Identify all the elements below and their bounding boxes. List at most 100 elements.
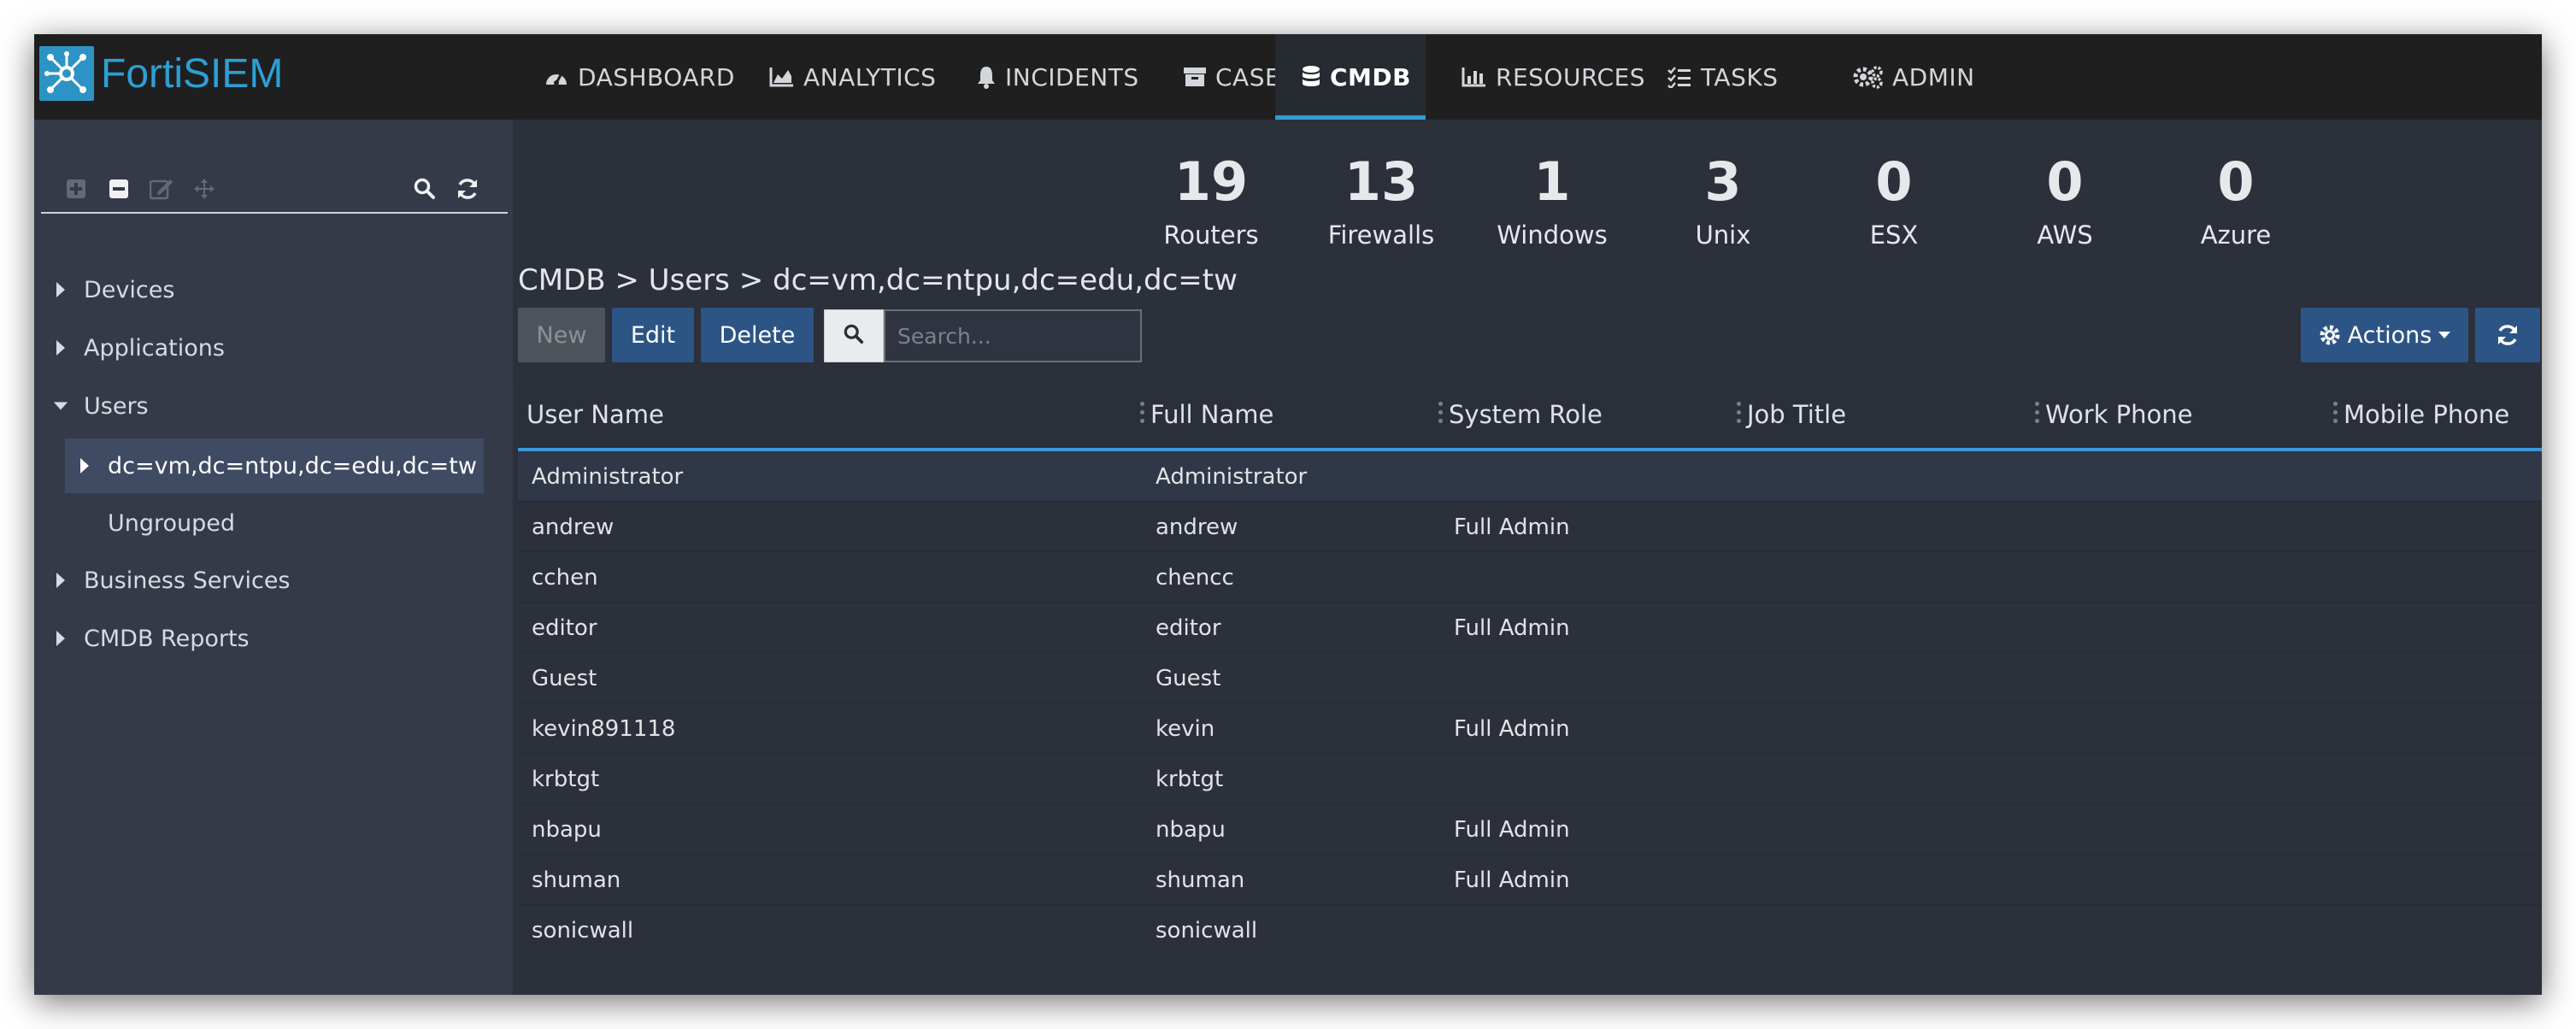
tree-item-users[interactable]: Users xyxy=(34,382,500,430)
tree-item-cmdb-reports[interactable]: CMDB Reports xyxy=(34,614,500,662)
column-resize-handle[interactable] xyxy=(1737,402,1742,427)
tree-item-label: Devices xyxy=(84,276,175,303)
table-row[interactable]: nbapu nbapu Full Admin xyxy=(518,804,2542,855)
cmdb-sidebar: Devices Applications Users dc=vm,dc=ntpu… xyxy=(34,120,513,995)
dashboard-icon xyxy=(544,66,569,88)
archive-icon xyxy=(1183,66,1207,88)
nav-dashboard[interactable]: DASHBOARD xyxy=(508,34,734,120)
refresh-icon xyxy=(2496,323,2520,347)
top-navbar: FortiSIEM DASHBOARD ANALYTICS INCIDENTS … xyxy=(34,34,2542,120)
search-input[interactable] xyxy=(884,309,1142,362)
table-cell: andrew xyxy=(1156,514,1238,540)
actions-label: Actions xyxy=(2347,321,2432,349)
stat-routers[interactable]: 19 Routers xyxy=(1143,152,1279,250)
table-cell: nbapu xyxy=(1156,816,1226,843)
table-cell: Guest xyxy=(532,665,597,691)
stat-firewalls[interactable]: 13 Firewalls xyxy=(1313,152,1450,250)
logo-text: FortiSIEM xyxy=(101,50,284,97)
edit-button[interactable]: Edit xyxy=(612,308,694,362)
table-row[interactable]: andrew andrew Full Admin xyxy=(518,502,2542,552)
caret-down-icon[interactable] xyxy=(53,401,68,411)
nav-label: ANALYTICS xyxy=(803,62,937,91)
nav-label: INCIDENTS xyxy=(1005,62,1139,91)
tree-item-label: Users xyxy=(84,392,149,420)
tree-item-label: CMDB Reports xyxy=(84,625,250,652)
stat-azure[interactable]: 0 Azure xyxy=(2167,152,2304,250)
gear-icon xyxy=(2319,324,2341,346)
column-header-full-name[interactable]: Full Name xyxy=(1150,378,1273,451)
bell-icon xyxy=(976,65,997,89)
column-header-job-title[interactable]: Job Title xyxy=(1747,378,1846,451)
stat-label: Azure xyxy=(2200,220,2272,250)
caret-right-icon[interactable] xyxy=(53,572,68,589)
tree-item-business-services[interactable]: Business Services xyxy=(34,556,500,604)
stat-value: 0 xyxy=(2046,150,2084,213)
search-icon[interactable] xyxy=(412,176,438,202)
nav-cmdb[interactable]: CMDB xyxy=(1275,34,1426,120)
gears-icon xyxy=(1853,65,1884,89)
task-list-icon xyxy=(1667,66,1692,88)
tree-item-ungrouped[interactable]: Ungrouped xyxy=(65,499,484,547)
table-cell: krbtgt xyxy=(532,766,600,792)
stat-esx[interactable]: 0 ESX xyxy=(1826,152,1962,250)
table-cell: nbapu xyxy=(532,816,602,843)
table-cell: Full Admin xyxy=(1454,614,1570,641)
database-icon xyxy=(1301,65,1321,89)
delete-button[interactable]: Delete xyxy=(701,308,814,362)
nav-label: DASHBOARD xyxy=(578,62,735,91)
column-resize-handle[interactable] xyxy=(1140,402,1145,427)
stat-label: AWS xyxy=(2037,220,2093,250)
table-row[interactable]: editor editor Full Admin xyxy=(518,603,2542,653)
table-row[interactable]: shuman shuman Full Admin xyxy=(518,855,2542,905)
tree-item-applications[interactable]: Applications xyxy=(34,324,500,372)
refresh-icon[interactable] xyxy=(455,176,480,202)
column-resize-handle[interactable] xyxy=(2035,402,2040,427)
actions-dropdown-button[interactable]: Actions xyxy=(2301,308,2468,362)
nav-incidents[interactable]: INCIDENTS xyxy=(949,34,1154,120)
table-cell: shuman xyxy=(1156,867,1245,893)
nav-analytics[interactable]: ANALYTICS xyxy=(733,34,940,120)
nav-resources[interactable]: RESOURCES xyxy=(1434,34,1645,120)
table-cell: andrew xyxy=(532,514,615,540)
table-row[interactable]: cchen chencc xyxy=(518,552,2542,603)
caret-right-icon[interactable] xyxy=(53,281,68,298)
column-header-mobile-phone[interactable]: Mobile Phone xyxy=(2344,378,2509,451)
nav-tasks[interactable]: TASKS xyxy=(1658,34,1795,120)
stat-value: 13 xyxy=(1344,150,1419,213)
tree-item-devices[interactable]: Devices xyxy=(34,266,500,314)
table-row[interactable]: krbtgt krbtgt xyxy=(518,754,2542,804)
caret-right-icon[interactable] xyxy=(53,339,68,356)
remove-icon[interactable] xyxy=(106,176,132,202)
column-resize-handle[interactable] xyxy=(1438,402,1444,427)
search-button[interactable] xyxy=(824,309,884,362)
search-icon xyxy=(844,324,864,348)
table-row[interactable]: sonicwall sonicwall xyxy=(518,905,2542,956)
caret-right-icon[interactable] xyxy=(53,630,68,647)
tree-item-user-group-dc[interactable]: dc=vm,dc=ntpu,dc=edu,dc=tw xyxy=(65,438,484,493)
caret-right-icon[interactable] xyxy=(77,457,92,474)
stat-unix[interactable]: 3 Unix xyxy=(1655,152,1791,250)
stat-value: 19 xyxy=(1173,150,1249,213)
table-row[interactable]: Guest Guest xyxy=(518,653,2542,703)
table-cell: chencc xyxy=(1156,564,1234,591)
nav-label: ADMIN xyxy=(1892,62,1975,91)
new-button[interactable]: New xyxy=(518,308,605,362)
add-icon[interactable] xyxy=(63,176,89,202)
column-header-work-phone[interactable]: Work Phone xyxy=(2045,378,2193,451)
refresh-button[interactable] xyxy=(2475,308,2540,362)
column-resize-handle[interactable] xyxy=(2333,402,2338,427)
table-row[interactable]: Administrator Administrator xyxy=(518,451,2542,502)
nav-label: RESOURCES xyxy=(1496,62,1646,91)
table-row[interactable]: kevin891118 kevin Full Admin xyxy=(518,703,2542,754)
nav-admin[interactable]: ADMIN xyxy=(1819,34,1990,120)
column-header-user-name[interactable]: User Name xyxy=(526,378,664,451)
fortisiem-logo[interactable]: FortiSIEM xyxy=(39,43,283,104)
edit-icon[interactable] xyxy=(149,176,174,202)
stat-aws[interactable]: 0 AWS xyxy=(1997,152,2133,250)
column-header-system-role[interactable]: System Role xyxy=(1449,378,1603,451)
stat-windows[interactable]: 1 Windows xyxy=(1484,152,1620,250)
sidebar-toolbar xyxy=(41,174,508,214)
table-cell: cchen xyxy=(532,564,598,591)
stat-value: 0 xyxy=(2217,150,2255,213)
move-icon[interactable] xyxy=(191,176,217,202)
